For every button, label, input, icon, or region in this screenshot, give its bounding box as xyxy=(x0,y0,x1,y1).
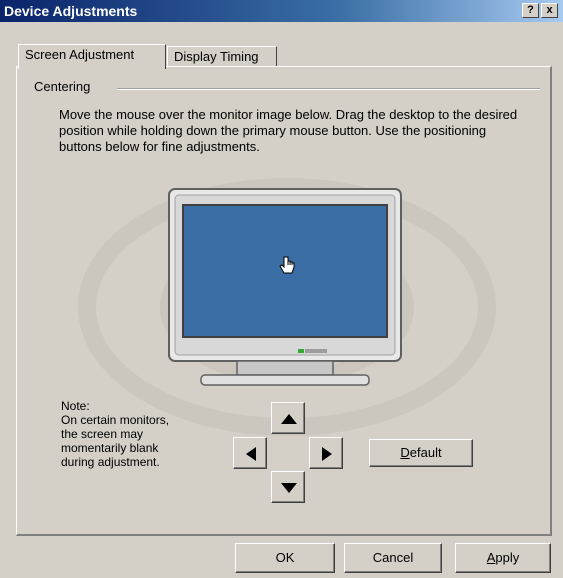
note-text: Note: On certain monitors, the screen ma… xyxy=(61,399,170,469)
cancel-button[interactable]: Cancel xyxy=(344,543,442,573)
monitor-image[interactable] xyxy=(165,187,405,397)
default-label: efault xyxy=(409,445,442,460)
default-button[interactable]: Default xyxy=(369,439,473,467)
window-title: Device Adjustments xyxy=(4,3,138,19)
device-adjustments-dialog: Device Adjustments ? x Screen Adjustment… xyxy=(0,0,563,578)
tab-display-timing[interactable]: Display Timing xyxy=(167,46,277,68)
move-up-button[interactable] xyxy=(271,402,305,434)
right-arrow-icon xyxy=(322,447,332,461)
tab-screen-adjustment[interactable]: Screen Adjustment xyxy=(18,44,166,69)
apply-button[interactable]: Apply xyxy=(455,543,551,573)
help-button[interactable]: ? xyxy=(522,3,539,18)
close-button[interactable]: x xyxy=(541,3,558,18)
left-arrow-icon xyxy=(246,447,256,461)
down-arrow-icon xyxy=(281,483,297,493)
hand-cursor-icon xyxy=(279,256,295,274)
up-arrow-icon xyxy=(281,414,297,424)
tab-panel: Centering Move the mouse over the monito… xyxy=(16,66,552,536)
group-divider xyxy=(117,88,540,90)
instructions-text: Move the mouse over the monitor image be… xyxy=(59,107,518,154)
move-down-button[interactable] xyxy=(271,471,305,503)
move-left-button[interactable] xyxy=(233,437,267,469)
title-bar[interactable]: Device Adjustments ? x xyxy=(0,0,563,22)
move-right-button[interactable] xyxy=(309,437,343,469)
default-mnemonic: D xyxy=(400,445,410,460)
ok-button[interactable]: OK xyxy=(235,543,335,573)
centering-group-label: Centering xyxy=(31,79,94,94)
apply-label: pply xyxy=(495,550,520,565)
